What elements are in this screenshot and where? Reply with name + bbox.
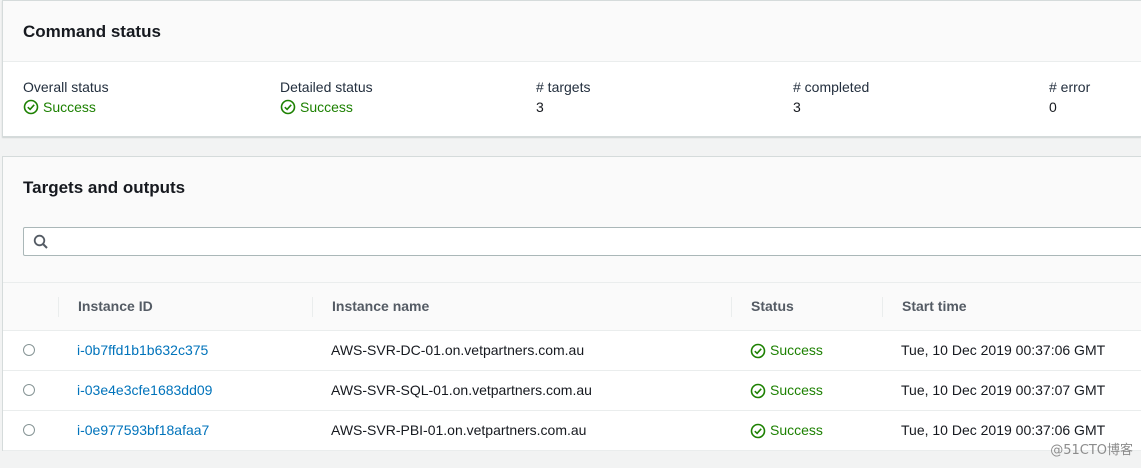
targets-panel: Targets and outputs Instance ID Instance… xyxy=(2,156,1141,451)
row-select-radio[interactable] xyxy=(23,344,35,356)
search-input[interactable] xyxy=(54,231,1138,254)
overall-status-value: Success xyxy=(23,99,109,115)
instance-name: AWS-SVR-DC-01.on.vetpartners.com.au xyxy=(331,342,585,358)
instance-name: AWS-SVR-PBI-01.on.vetpartners.com.au xyxy=(331,422,587,438)
watermark: @51CTO博客 xyxy=(1050,443,1133,458)
table-row[interactable]: i-0e977593bf18afaa7 AWS-SVR-PBI-01.on.ve… xyxy=(3,411,1141,451)
row-status: Success xyxy=(750,371,823,410)
row-select-radio[interactable] xyxy=(23,424,35,436)
completed-count-label: # completed xyxy=(793,79,870,95)
column-header-instance-name[interactable]: Instance name xyxy=(332,283,429,330)
status-summary: Overall status Success Detailed status S… xyxy=(3,62,1141,137)
targets-table: Instance ID Instance name Status Start t… xyxy=(3,282,1141,451)
table-row[interactable]: i-03e4e3cfe1683dd09 AWS-SVR-SQL-01.on.ve… xyxy=(3,371,1141,411)
instance-id-link[interactable]: i-0e977593bf18afaa7 xyxy=(77,422,209,438)
detailed-status-value: Success xyxy=(280,99,373,115)
row-status-text: Success xyxy=(770,382,823,398)
row-status-text: Success xyxy=(770,422,823,438)
overall-status: Overall status Success xyxy=(23,79,109,115)
check-circle-icon xyxy=(750,383,766,398)
error-count: # error 0 xyxy=(1049,79,1090,115)
command-status-header: Command status xyxy=(3,1,1141,62)
instance-name: AWS-SVR-SQL-01.on.vetpartners.com.au xyxy=(331,382,592,398)
command-status-title: Command status xyxy=(23,22,161,41)
detailed-status-text: Success xyxy=(300,99,353,115)
targets-count: # targets 3 xyxy=(536,79,590,115)
column-divider xyxy=(731,297,732,317)
search-box[interactable] xyxy=(23,227,1141,256)
start-time: Tue, 10 Dec 2019 00:37:07 GMT xyxy=(901,382,1106,398)
check-circle-icon xyxy=(280,99,296,115)
overall-status-text: Success xyxy=(43,99,96,115)
instance-id-link[interactable]: i-03e4e3cfe1683dd09 xyxy=(77,382,212,398)
column-divider xyxy=(58,297,59,317)
detailed-status-label: Detailed status xyxy=(280,79,373,95)
completed-count: # completed 3 xyxy=(793,79,869,115)
column-header-start-time[interactable]: Start time xyxy=(902,283,967,330)
error-count-label: # error xyxy=(1049,79,1091,95)
check-circle-icon xyxy=(750,423,766,438)
command-status-panel: Command status Overall status Success De… xyxy=(2,0,1141,137)
targets-count-value: 3 xyxy=(536,99,544,115)
check-circle-icon xyxy=(750,343,766,358)
column-header-instance-id[interactable]: Instance ID xyxy=(78,283,153,330)
error-count-value: 0 xyxy=(1049,99,1057,115)
column-divider xyxy=(312,297,313,317)
row-status: Success xyxy=(750,411,823,450)
column-divider xyxy=(882,297,883,317)
instance-id-link[interactable]: i-0b7ffd1b1b632c375 xyxy=(77,342,208,358)
targets-count-label: # targets xyxy=(536,79,591,95)
targets-title: Targets and outputs xyxy=(23,178,186,197)
row-status-text: Success xyxy=(770,342,823,358)
table-header: Instance ID Instance name Status Start t… xyxy=(3,283,1141,331)
column-header-status[interactable]: Status xyxy=(751,283,794,330)
detailed-status: Detailed status Success xyxy=(280,79,373,115)
completed-count-value: 3 xyxy=(793,99,801,115)
check-circle-icon xyxy=(23,99,39,115)
row-status: Success xyxy=(750,331,823,370)
search-icon xyxy=(33,234,49,255)
overall-status-label: Overall status xyxy=(23,79,109,95)
table-row[interactable]: i-0b7ffd1b1b632c375 AWS-SVR-DC-01.on.vet… xyxy=(3,331,1141,371)
start-time: Tue, 10 Dec 2019 00:37:06 GMT xyxy=(901,342,1106,358)
row-select-radio[interactable] xyxy=(23,384,35,396)
